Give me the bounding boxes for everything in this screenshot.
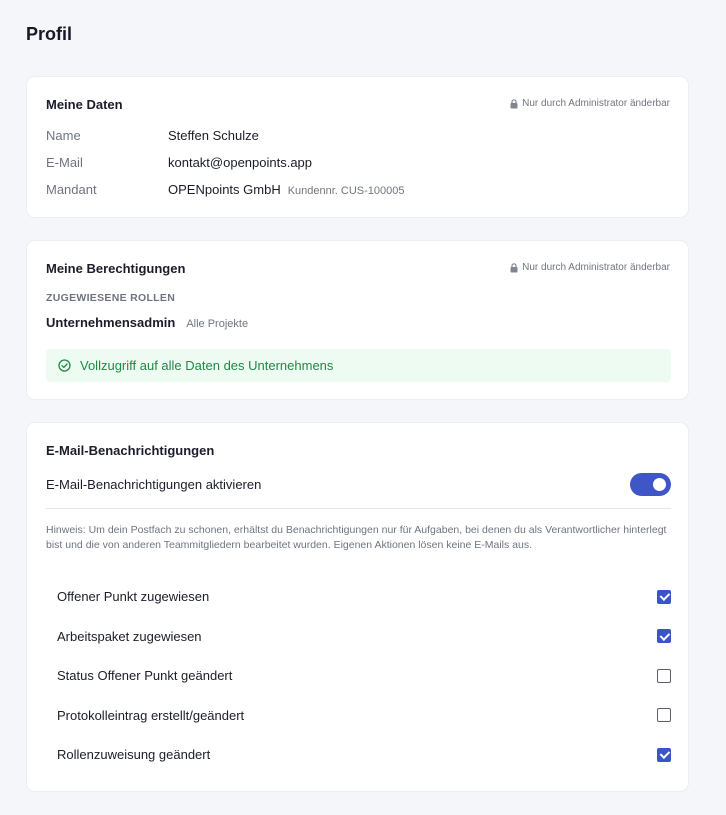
list-item: Rollenzuweisung geändert xyxy=(57,735,671,775)
notifications-title: E-Mail-Benachrichtigungen xyxy=(46,443,215,458)
lock-icon xyxy=(510,262,518,273)
check-circle-icon xyxy=(58,359,71,372)
my-data-title: Meine Daten xyxy=(46,97,123,112)
notification-label: Arbeitspaket zugewiesen xyxy=(57,628,202,644)
notification-checkbox[interactable] xyxy=(657,629,671,644)
admin-note-text: Nur durch Administrator änderbar xyxy=(522,98,670,109)
data-row-email: E-Mail kontakt@openpoints.app xyxy=(46,155,312,170)
lock-icon xyxy=(510,98,518,109)
email-toggle-row: E-Mail-Benachrichtigungen aktivieren xyxy=(46,473,671,509)
list-item: Arbeitspaket zugewiesen xyxy=(57,617,671,657)
page-title: Profil xyxy=(26,24,73,44)
permissions-title: Meine Berechtigungen xyxy=(46,261,186,276)
customer-number: Kundennr. CUS-100005 xyxy=(287,185,405,197)
toggle-label: E-Mail-Benachrichtigungen aktivieren xyxy=(46,477,262,492)
notification-checkbox[interactable] xyxy=(657,747,671,762)
notification-list: Offener Punkt zugewiesen Arbeitspaket zu… xyxy=(57,577,671,775)
data-row-value: OPENpoints GmbH xyxy=(168,182,281,197)
list-item: Protokolleintrag erstellt/geändert xyxy=(57,696,671,736)
admin-note: Nur durch Administrator änderbar xyxy=(510,98,670,109)
notifications-card: E-Mail-Benachrichtigungen E-Mail-Benachr… xyxy=(26,422,689,792)
admin-note-text: Nur durch Administrator änderbar xyxy=(522,262,670,273)
role-scope: Alle Projekte xyxy=(186,318,249,330)
permissions-card: Meine Berechtigungen Nur durch Administr… xyxy=(26,240,689,400)
list-item: Status Offener Punkt geändert xyxy=(57,656,671,696)
data-row-tenant: Mandant OPENpoints GmbH Kundennr. CUS-10… xyxy=(46,182,405,197)
notification-checkbox[interactable] xyxy=(657,708,671,723)
hint-text: Hinweis: Um dein Postfach zu schonen, er… xyxy=(46,524,667,551)
full-access-banner: Vollzugriff auf alle Daten des Unternehm… xyxy=(46,349,671,382)
my-data-card: Meine Daten Nur durch Administrator ände… xyxy=(26,76,689,218)
admin-note: Nur durch Administrator änderbar xyxy=(510,262,670,273)
data-row-value: kontakt@openpoints.app xyxy=(168,155,313,170)
notification-label: Status Offener Punkt geändert xyxy=(57,668,233,684)
banner-text: Vollzugriff auf alle Daten des Unternehm… xyxy=(80,358,334,373)
data-row-label: Name xyxy=(46,128,81,143)
email-notifications-toggle[interactable] xyxy=(630,473,671,496)
role-name: Unternehmensadmin xyxy=(46,315,176,330)
list-item: Offener Punkt zugewiesen xyxy=(57,577,671,617)
data-row-label: Mandant xyxy=(46,182,97,197)
notification-label: Protokolleintrag erstellt/geändert xyxy=(57,707,245,723)
data-row-value: Steffen Schulze xyxy=(168,128,259,143)
notification-label: Rollenzuweisung geändert xyxy=(57,747,211,763)
data-row-label: E-Mail xyxy=(46,155,83,170)
notification-checkbox[interactable] xyxy=(657,668,671,683)
notification-label: Offener Punkt zugewiesen xyxy=(57,589,210,605)
data-row-name: Name Steffen Schulze xyxy=(46,128,259,143)
role-row: Unternehmensadmin Alle Projekte xyxy=(46,315,248,330)
notification-checkbox[interactable] xyxy=(657,589,671,604)
toggle-knob xyxy=(653,478,666,491)
assigned-roles-heading: ZUGEWIESENE ROLLEN xyxy=(46,292,176,304)
